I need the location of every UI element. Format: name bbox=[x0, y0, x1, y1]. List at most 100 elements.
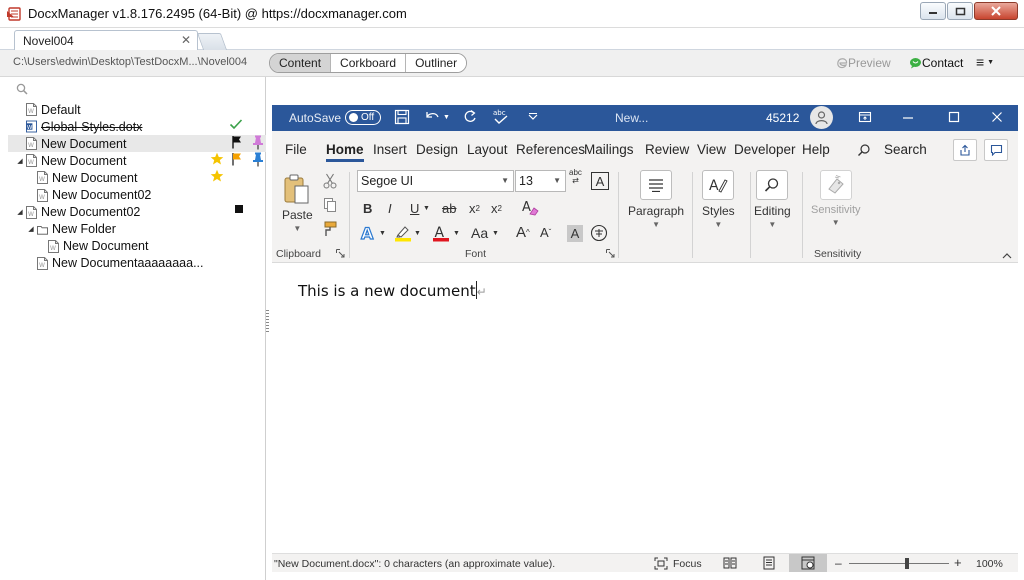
web-layout-button[interactable] bbox=[789, 554, 827, 572]
tab-mailings[interactable]: Mailings bbox=[584, 142, 634, 157]
mode-corkboard-button[interactable]: Corkboard bbox=[331, 54, 407, 72]
user-avatar[interactable] bbox=[810, 106, 833, 129]
bold-button[interactable]: B bbox=[363, 201, 372, 216]
character-border-button[interactable]: A bbox=[591, 172, 609, 190]
word-close-button[interactable] bbox=[991, 110, 1003, 127]
undo-button[interactable]: ▼ bbox=[423, 109, 450, 125]
expand-toggle-icon[interactable]: ◢ bbox=[16, 157, 24, 165]
copy-icon[interactable] bbox=[323, 197, 337, 213]
tab-design[interactable]: Design bbox=[416, 142, 458, 157]
format-painter-icon[interactable] bbox=[322, 221, 338, 237]
contact-button[interactable]: Contact bbox=[909, 56, 963, 70]
change-case-button[interactable]: Aa bbox=[471, 225, 488, 241]
tab-layout[interactable]: Layout bbox=[467, 142, 508, 157]
underline-button[interactable]: U bbox=[410, 201, 419, 216]
tree-item[interactable]: ◢ W New Document02 bbox=[8, 204, 266, 221]
font-color-icon[interactable]: A bbox=[432, 224, 450, 242]
zoom-out-button[interactable]: – bbox=[835, 556, 842, 570]
underline-dropdown-icon[interactable]: ▼ bbox=[423, 205, 430, 212]
paste-dropdown-icon[interactable]: ▼ bbox=[293, 224, 301, 233]
tab-novel004[interactable]: Novel004 ✕ bbox=[14, 30, 198, 50]
mode-outliner-button[interactable]: Outliner bbox=[406, 54, 467, 72]
zoom-level[interactable]: 100% bbox=[976, 558, 1003, 570]
main-menu-button[interactable]: ≡ ▼ bbox=[976, 54, 994, 70]
tree-item[interactable]: ◢ W New Document bbox=[8, 152, 266, 169]
enclose-characters-icon[interactable] bbox=[590, 224, 608, 242]
tab-view[interactable]: View bbox=[697, 142, 726, 157]
collapse-ribbon-icon[interactable] bbox=[1002, 252, 1012, 259]
print-layout-icon[interactable] bbox=[762, 556, 776, 570]
ribbon-search[interactable]: Search bbox=[857, 142, 927, 157]
font-name-select[interactable]: Segoe UI ▼ bbox=[357, 170, 514, 192]
paste-button[interactable]: Paste ▼ bbox=[282, 173, 313, 233]
font-size-select[interactable]: 13 ▼ bbox=[515, 170, 566, 192]
tree-item[interactable]: W New Document bbox=[8, 135, 266, 153]
comments-button[interactable] bbox=[984, 139, 1008, 161]
character-shading-button[interactable]: A bbox=[567, 225, 583, 242]
tree-item[interactable]: W Default bbox=[8, 101, 266, 118]
text-effects-icon[interactable]: A bbox=[360, 224, 378, 242]
close-window-button[interactable] bbox=[974, 2, 1018, 20]
tab-developer[interactable]: Developer bbox=[734, 142, 796, 157]
tab-file[interactable]: File bbox=[285, 142, 307, 157]
font-color-dropdown-icon[interactable]: ▼ bbox=[453, 230, 460, 237]
preview-button[interactable]: Preview bbox=[836, 56, 891, 70]
superscript-button[interactable]: x2 bbox=[491, 201, 502, 216]
subscript-button[interactable]: x2 bbox=[469, 201, 480, 216]
cut-icon[interactable] bbox=[323, 173, 337, 189]
minimize-button[interactable] bbox=[920, 2, 946, 20]
change-case-dropdown-icon[interactable]: ▼ bbox=[492, 230, 499, 237]
highlight-dropdown-icon[interactable]: ▼ bbox=[414, 230, 421, 237]
focus-mode-button[interactable]: Focus bbox=[654, 557, 702, 570]
redo-button[interactable] bbox=[462, 109, 478, 125]
mode-content-button[interactable]: Content bbox=[270, 54, 332, 72]
highlight-icon[interactable] bbox=[394, 224, 412, 242]
read-mode-icon[interactable] bbox=[723, 556, 737, 570]
tree-item[interactable]: W Global-Styles.dotx bbox=[8, 118, 266, 135]
tab-close-icon[interactable]: ✕ bbox=[181, 33, 191, 47]
change-case-abc-button[interactable]: abc ⇄ bbox=[569, 169, 582, 185]
new-tab-button[interactable] bbox=[196, 33, 228, 50]
maximize-button[interactable] bbox=[947, 2, 973, 20]
tab-home[interactable]: Home bbox=[326, 142, 364, 162]
clear-formatting-icon[interactable]: A bbox=[521, 198, 539, 216]
zoom-slider-thumb[interactable] bbox=[905, 558, 909, 569]
ribbon-display-button[interactable] bbox=[858, 110, 872, 127]
tab-references[interactable]: References bbox=[516, 142, 585, 157]
search-icon[interactable] bbox=[16, 83, 28, 95]
paragraph-button[interactable]: Paragraph ▼ bbox=[628, 170, 684, 229]
italic-button[interactable]: I bbox=[388, 201, 392, 216]
tab-review[interactable]: Review bbox=[645, 142, 689, 157]
tab-help[interactable]: Help bbox=[802, 142, 830, 157]
tree-item[interactable]: W New Documentaaaaaaaa... bbox=[8, 255, 266, 272]
word-minimize-button[interactable] bbox=[902, 110, 914, 127]
autosave-toggle[interactable]: Off bbox=[345, 110, 381, 125]
undo-dropdown-icon[interactable]: ▼ bbox=[443, 114, 450, 121]
zoom-slider[interactable] bbox=[849, 563, 949, 564]
zoom-in-button[interactable]: + bbox=[954, 555, 962, 570]
dialog-launcher-icon[interactable] bbox=[336, 249, 345, 258]
tab-insert[interactable]: Insert bbox=[373, 142, 407, 157]
panel-splitter[interactable] bbox=[266, 310, 269, 334]
dialog-launcher-icon[interactable] bbox=[606, 249, 615, 258]
document-canvas[interactable]: This is a new document↵ bbox=[272, 263, 1018, 553]
save-button[interactable] bbox=[394, 109, 410, 125]
tree-item[interactable]: W New Document bbox=[8, 169, 266, 186]
expand-toggle-icon[interactable]: ◢ bbox=[27, 225, 35, 233]
editing-button[interactable]: Editing ▼ bbox=[754, 170, 791, 229]
text-effects-dropdown-icon[interactable]: ▼ bbox=[379, 230, 386, 237]
spelling-button[interactable]: abc bbox=[492, 107, 510, 127]
shrink-font-button[interactable]: Aˇ bbox=[540, 225, 551, 240]
tree-item[interactable]: W New Document02 bbox=[8, 187, 266, 204]
customize-qat-button[interactable] bbox=[528, 113, 538, 121]
tree-item[interactable]: ◢ New Folder bbox=[8, 221, 266, 238]
expand-toggle-icon[interactable]: ◢ bbox=[16, 208, 24, 216]
sensitivity-button[interactable]: Sensitivity ▼ bbox=[811, 170, 861, 227]
share-button[interactable] bbox=[953, 139, 977, 161]
document-paragraph[interactable]: This is a new document↵ bbox=[298, 281, 487, 300]
styles-button[interactable]: A Styles ▼ bbox=[702, 170, 735, 229]
grow-font-button[interactable]: A ^ bbox=[516, 224, 530, 241]
word-maximize-button[interactable] bbox=[948, 110, 960, 127]
tree-item[interactable]: W New Document bbox=[8, 238, 266, 255]
strikethrough-button[interactable]: ab bbox=[442, 201, 456, 216]
